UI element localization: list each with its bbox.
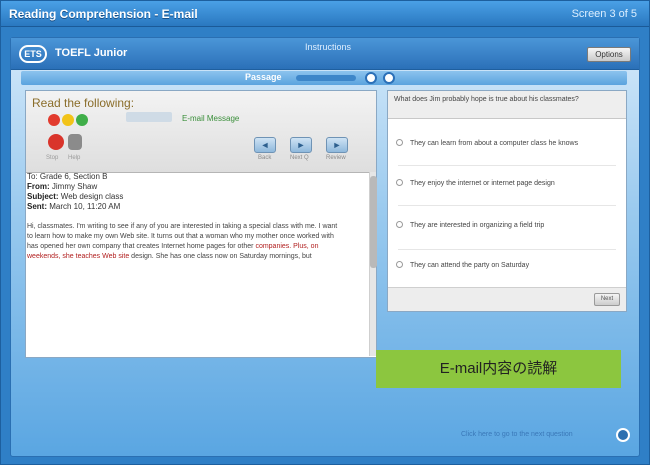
next-question-label: Next Q bbox=[290, 155, 309, 161]
answer-option-1[interactable]: They can learn from about a computer cla… bbox=[388, 139, 626, 148]
test-name: TOEFL Junior bbox=[55, 47, 128, 59]
question-panel: What does Jim probably hope is true abou… bbox=[387, 90, 627, 312]
email-sent-label: Sent: bbox=[27, 202, 47, 211]
email-subject-label: Subject: bbox=[27, 192, 59, 201]
main-panel: ETS TOEFL Junior Instructions Options Pa… bbox=[10, 37, 640, 457]
reading-heading: Read the following: bbox=[32, 96, 135, 110]
email-from-value: Jimmy Shaw bbox=[51, 182, 98, 191]
reading-scrollbar[interactable] bbox=[369, 172, 377, 356]
option-divider bbox=[398, 165, 616, 166]
audio-slot bbox=[126, 112, 172, 122]
help-icon[interactable] bbox=[68, 134, 82, 150]
answer-option-label: They can learn from about a computer cla… bbox=[410, 140, 579, 147]
screen-counter: Screen 3 of 5 bbox=[571, 8, 637, 20]
reading-toolbar: Read the following: Stop Help E-mail Mes… bbox=[26, 91, 376, 173]
help-label: Help bbox=[68, 155, 81, 161]
back-label: Back bbox=[258, 155, 272, 161]
title-bar: Reading Comprehension - E-mail Screen 3 … bbox=[1, 1, 649, 27]
correct-icon bbox=[76, 114, 88, 126]
review-label: Review bbox=[326, 155, 346, 161]
next-question-link[interactable]: Click here to go to the next question bbox=[461, 431, 573, 438]
option-divider bbox=[398, 205, 616, 206]
next-button[interactable]: Next bbox=[594, 293, 620, 306]
scrollbar-thumb[interactable] bbox=[370, 176, 377, 268]
ets-logo: ETS bbox=[19, 45, 47, 63]
stop-label: Stop bbox=[46, 155, 59, 161]
caption-banner: E-mail内容の読解 bbox=[376, 350, 621, 388]
incorrect-icon bbox=[48, 114, 60, 126]
email-to: To: Grade 6, Section B bbox=[27, 172, 108, 181]
answer-option-label: They enjoy the internet or internet page… bbox=[410, 180, 555, 187]
email-subject: Subject: Web design class bbox=[27, 192, 367, 202]
question-prompt: What does Jim probably hope is true abou… bbox=[388, 91, 626, 119]
answer-option-label: They are interested in organizing a fiel… bbox=[410, 222, 545, 229]
app-window: Reading Comprehension - E-mail Screen 3 … bbox=[0, 0, 650, 465]
options-button[interactable]: Options bbox=[587, 47, 631, 62]
passage-progress-track bbox=[296, 75, 356, 81]
email-sent: Sent: March 10, 11:20 AM bbox=[27, 202, 367, 212]
passage-navigation: Passage bbox=[21, 71, 627, 85]
radio-icon[interactable] bbox=[396, 139, 403, 146]
review-button[interactable]: ► bbox=[326, 137, 348, 153]
email-body: Hi, classmates. I'm writing to see if an… bbox=[27, 222, 339, 262]
back-button[interactable]: ◄ bbox=[254, 137, 276, 153]
next-passage-button[interactable] bbox=[383, 72, 395, 84]
radio-icon[interactable] bbox=[396, 179, 403, 186]
answer-option-4[interactable]: They can attend the party on Saturday bbox=[388, 261, 626, 270]
next-question-button[interactable]: ► bbox=[290, 137, 312, 153]
radio-icon[interactable] bbox=[396, 261, 403, 268]
email-subject-value: Web design class bbox=[60, 192, 124, 201]
question-footer: Next bbox=[388, 287, 626, 311]
email-sent-value: March 10, 11:20 AM bbox=[49, 202, 121, 211]
radio-icon[interactable] bbox=[396, 221, 403, 228]
header-bar: ETS TOEFL Junior Instructions Options bbox=[11, 38, 639, 70]
question-icon bbox=[62, 114, 74, 126]
email-content: To: Grade 6, Section B From: Jimmy Shaw … bbox=[27, 172, 367, 354]
window-title: Reading Comprehension - E-mail bbox=[9, 7, 198, 21]
instructions-label: Instructions bbox=[305, 42, 352, 52]
passage-label: Passage bbox=[245, 72, 282, 82]
next-arrow-icon[interactable] bbox=[616, 428, 630, 442]
option-divider bbox=[398, 249, 616, 250]
stop-icon[interactable] bbox=[48, 134, 64, 150]
email-from: From: Jimmy Shaw bbox=[27, 182, 367, 192]
answer-option-label: They can attend the party on Saturday bbox=[410, 262, 530, 269]
answer-option-3[interactable]: They are interested in organizing a fiel… bbox=[388, 221, 626, 230]
prev-passage-button[interactable] bbox=[365, 72, 377, 84]
audio-label: E-mail Message bbox=[182, 114, 240, 123]
answer-option-2[interactable]: They enjoy the internet or internet page… bbox=[388, 179, 626, 188]
email-body-end: design. She has one class now on Saturda… bbox=[131, 253, 312, 260]
email-from-label: From: bbox=[27, 182, 50, 191]
